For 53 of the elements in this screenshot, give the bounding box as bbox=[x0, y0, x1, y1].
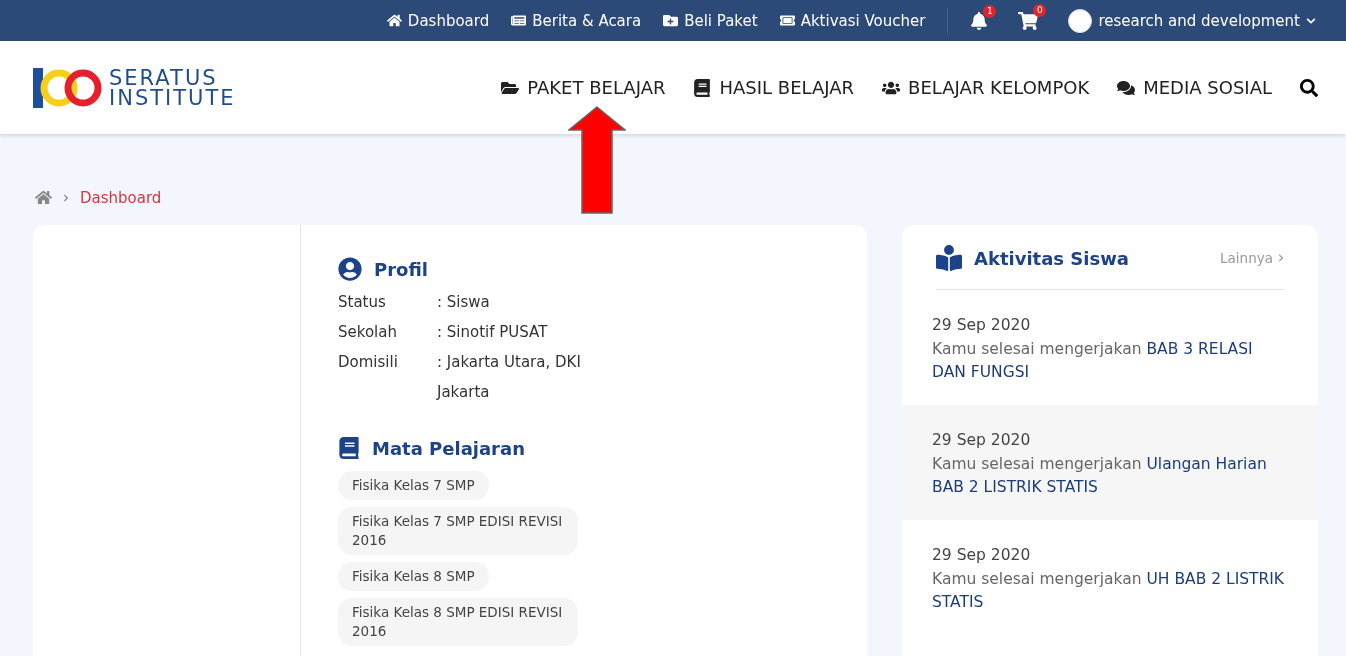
book-icon bbox=[693, 78, 712, 97]
top-nav-link[interactable]: Beli Paket bbox=[663, 11, 758, 30]
chat-icon bbox=[1117, 78, 1136, 97]
cart-icon bbox=[1018, 10, 1039, 31]
caret-icon bbox=[1306, 15, 1316, 26]
section-title: Profil bbox=[374, 258, 428, 280]
reader-icon bbox=[936, 245, 962, 271]
chevron-icon bbox=[62, 193, 70, 202]
user-icon bbox=[338, 257, 362, 281]
newspaper-icon bbox=[511, 13, 527, 28]
bell-icon bbox=[970, 11, 989, 30]
subject-tag[interactable]: Fisika Kelas 7 SMP bbox=[338, 471, 489, 500]
logo-text: SERATUS bbox=[109, 67, 218, 88]
chevron-icon bbox=[1277, 254, 1285, 262]
avatar bbox=[1068, 8, 1093, 33]
book-icon bbox=[338, 437, 360, 459]
top-nav-link[interactable]: Dashboard bbox=[386, 11, 490, 30]
logo-text: INSTITUTE bbox=[109, 87, 236, 108]
notification-button[interactable]: 1 bbox=[970, 4, 997, 30]
profile-value: : Jakarta Utara, DKI Jakarta bbox=[437, 352, 582, 403]
subject-tag[interactable]: Fisika Kelas 8 SMP bbox=[338, 562, 489, 591]
nav-link[interactable]: BELAJAR KELOMPOK bbox=[882, 77, 1090, 98]
activity-date: 29 Sep 2020 bbox=[932, 316, 1032, 334]
top-nav-link[interactable]: Aktivasi Voucher bbox=[779, 11, 926, 30]
cart-count: 0 bbox=[1033, 3, 1047, 17]
user-menu[interactable]: research and development bbox=[1068, 8, 1316, 33]
folder-icon bbox=[663, 13, 679, 28]
profile-label: Domisili bbox=[338, 352, 399, 373]
subject-tag[interactable]: Fisika Kelas 8 SMP EDISI REVISI 2016 bbox=[338, 598, 578, 646]
ticket-icon bbox=[779, 13, 795, 28]
breadcrumb-link[interactable]: Dashboard bbox=[80, 188, 162, 207]
activity-text: Kamu selesai mengerjakan Ulangan Harian BAB 2 LISTRIK STATIS bbox=[932, 454, 1268, 498]
profile-label: Sekolah bbox=[338, 322, 398, 343]
activity-text: Kamu selesai mengerjakan UH BAB 2 LISTRIK STATIS bbox=[932, 569, 1286, 613]
rings-logo-icon bbox=[33, 66, 103, 109]
subject-tag[interactable]: Fisika Kelas 7 SMP EDISI REVISI 2016 bbox=[338, 507, 578, 555]
nav-link[interactable]: MEDIA SOSIAL bbox=[1117, 77, 1272, 98]
top-nav-link[interactable]: Berita & Acara bbox=[511, 11, 642, 30]
section-title: Aktivitas Siswa bbox=[974, 247, 1129, 269]
activity-text: Kamu selesai mengerjakan BAB 3 RELASI DAN FUNGSI bbox=[932, 339, 1254, 383]
profile-label: Status bbox=[338, 292, 387, 313]
cart-button[interactable]: 0 bbox=[1018, 3, 1047, 31]
nav-link[interactable]: HASIL BELAJAR bbox=[693, 77, 855, 98]
nav-link[interactable]: PAKET BELAJAR bbox=[501, 77, 666, 98]
home-icon bbox=[386, 13, 402, 28]
activity-date: 29 Sep 2020 bbox=[932, 546, 1032, 564]
home-icon[interactable] bbox=[35, 189, 52, 206]
notification-count: 1 bbox=[983, 4, 997, 18]
activity-date: 29 Sep 2020 bbox=[932, 431, 1032, 449]
profile-value: : Sinotif PUSAT bbox=[437, 322, 549, 343]
search-icon[interactable] bbox=[1300, 78, 1318, 97]
profile-value: : Siswa bbox=[437, 292, 491, 313]
section-title: Mata Pelajaran bbox=[372, 437, 525, 459]
